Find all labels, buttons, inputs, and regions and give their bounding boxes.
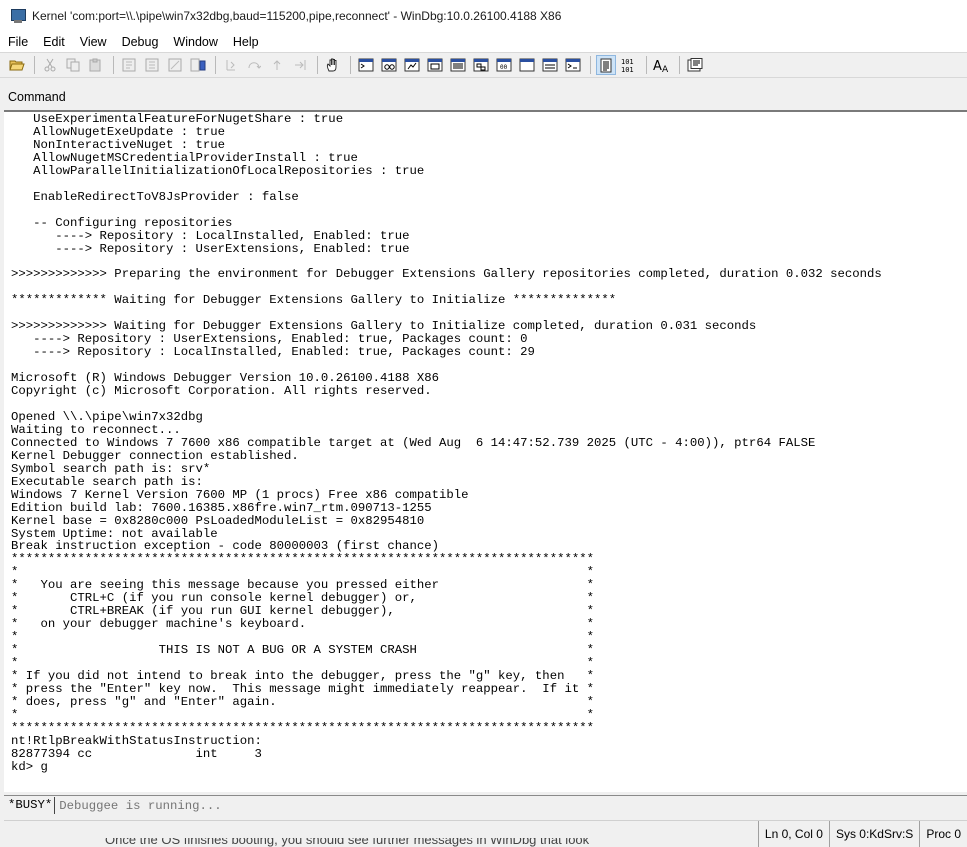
background-page: Once the OS finishes booting, you should…: [0, 838, 780, 847]
restart-icon[interactable]: [143, 56, 161, 74]
source-mode-toggle-icon[interactable]: [596, 55, 616, 75]
break-icon[interactable]: [189, 56, 207, 74]
command-pane-title: Command: [0, 84, 967, 110]
open-icon[interactable]: [8, 56, 26, 74]
call-stack-icon[interactable]: [472, 56, 490, 74]
font-icon[interactable]: AA: [653, 56, 671, 74]
options-icon[interactable]: [686, 56, 704, 74]
scratch-pad-icon[interactable]: [518, 56, 536, 74]
command-input[interactable]: [55, 797, 967, 814]
source-mode-icon[interactable]: [564, 56, 582, 74]
windbg-app-icon: [10, 8, 26, 24]
menu-help[interactable]: Help: [225, 35, 266, 49]
memory-icon[interactable]: [449, 56, 467, 74]
busy-indicator: *BUSY*: [4, 797, 56, 814]
toolbar: 00 101 101 AA: [0, 52, 967, 78]
stop-icon[interactable]: [166, 56, 184, 74]
cut-icon[interactable]: [41, 56, 59, 74]
processes-icon[interactable]: [541, 56, 559, 74]
locals-icon[interactable]: [403, 56, 421, 74]
hand-icon[interactable]: [324, 56, 342, 74]
svg-text:A: A: [662, 65, 669, 73]
paste-icon[interactable]: [87, 56, 105, 74]
run-to-cursor-icon[interactable]: [291, 56, 309, 74]
step-over-icon[interactable]: [245, 56, 263, 74]
status-sys: Sys 0:KdSrv:S: [828, 821, 919, 847]
svg-text:00: 00: [500, 64, 508, 71]
menu-view[interactable]: View: [72, 35, 114, 49]
window-title: Kernel 'com:port=\\.\pipe\win7x32dbg,bau…: [32, 9, 562, 23]
status-proc: Proc 0: [919, 821, 967, 847]
command-icon[interactable]: [357, 56, 375, 74]
watch-icon[interactable]: [380, 56, 398, 74]
command-output-text: UseExperimentalFeatureForNugetShare : tr…: [11, 112, 882, 774]
background-text: Once the OS finishes booting, you should…: [105, 838, 590, 847]
command-output[interactable]: UseExperimentalFeatureForNugetShare : tr…: [4, 112, 967, 792]
menu-debug[interactable]: Debug: [114, 35, 166, 49]
step-out-icon[interactable]: [268, 56, 286, 74]
menu-window[interactable]: Window: [165, 35, 224, 49]
go-icon[interactable]: [120, 56, 138, 74]
step-into-icon[interactable]: [222, 56, 240, 74]
registers-icon[interactable]: [426, 56, 444, 74]
svg-text:101: 101: [621, 58, 634, 66]
menu-file[interactable]: File: [0, 35, 35, 49]
hex-icon[interactable]: 101 101: [620, 56, 638, 74]
title-bar: Kernel 'com:port=\\.\pipe\win7x32dbg,bau…: [0, 0, 967, 32]
svg-text:101: 101: [621, 66, 634, 73]
menu-edit[interactable]: Edit: [35, 35, 72, 49]
copy-icon[interactable]: [64, 56, 82, 74]
menu-bar: File Edit View Debug Window Help: [0, 32, 967, 52]
command-input-row: *BUSY*: [4, 795, 967, 815]
disassembly-icon[interactable]: 00: [495, 56, 513, 74]
svg-text:A: A: [653, 59, 662, 73]
